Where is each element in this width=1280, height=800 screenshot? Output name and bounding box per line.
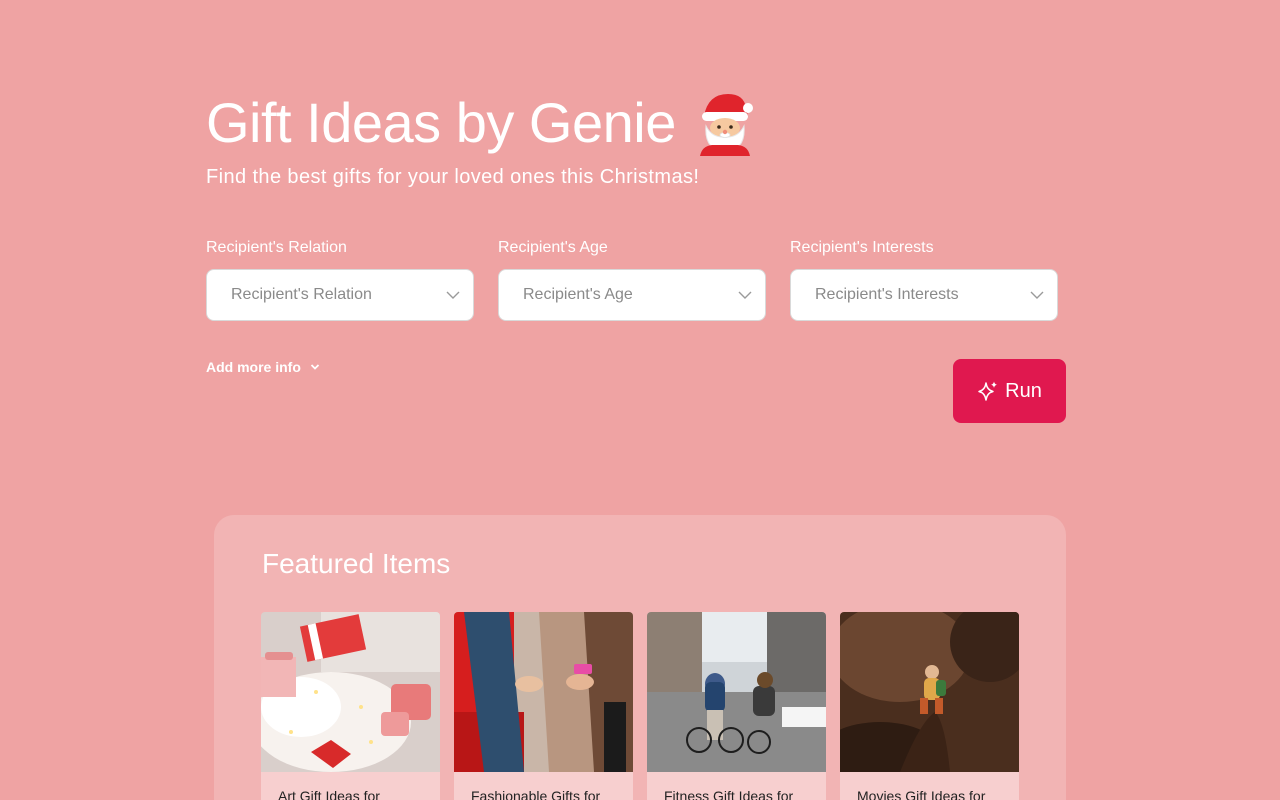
featured-card-movies[interactable]: Movies Gift Ideas for xyxy=(840,612,1019,800)
art-gift-image xyxy=(261,612,440,772)
page-title: Gift Ideas by Genie xyxy=(206,91,676,154)
fashion-gift-image xyxy=(454,612,633,772)
chevron-down-icon xyxy=(738,291,752,299)
chevron-down-icon xyxy=(1030,291,1044,299)
fitness-gift-image xyxy=(647,612,826,772)
age-select[interactable]: Recipient's Age xyxy=(498,269,766,321)
age-label: Recipient's Age xyxy=(498,239,608,256)
movies-gift-image xyxy=(840,612,1019,772)
add-more-info-toggle[interactable]: Add more info xyxy=(206,359,321,375)
relation-select[interactable]: Recipient's Relation xyxy=(206,269,474,321)
featured-card-fitness[interactable]: Fitness Gift Ideas for xyxy=(647,612,826,800)
featured-card-fashion[interactable]: Fashionable Gifts for xyxy=(454,612,633,800)
interests-placeholder: Recipient's Interests xyxy=(815,286,959,303)
run-button[interactable]: Run xyxy=(953,359,1066,423)
age-field: Recipient's Age Recipient's Age xyxy=(498,238,766,321)
featured-card-art[interactable]: Art Gift Ideas for xyxy=(261,612,440,800)
add-more-info-label: Add more info xyxy=(206,359,301,375)
relation-label: Recipient's Relation xyxy=(206,239,347,256)
page-subtitle: Find the best gifts for your loved ones … xyxy=(206,166,700,188)
featured-panel: Featured Items Art Gift Ideas for Fashio… xyxy=(214,515,1066,800)
chevron-down-icon xyxy=(310,364,320,370)
sparkle-icon xyxy=(978,381,998,401)
age-placeholder: Recipient's Age xyxy=(523,286,633,303)
featured-title: Featured Items xyxy=(262,548,451,579)
featured-cards: Art Gift Ideas for Fashionable Gifts for xyxy=(261,612,1019,800)
run-label: Run xyxy=(1005,379,1042,402)
chevron-down-icon xyxy=(446,291,460,299)
santa-claus-icon xyxy=(699,94,753,156)
featured-card-label: Fitness Gift Ideas for xyxy=(647,772,826,800)
interests-field: Recipient's Interests Recipient's Intere… xyxy=(790,238,1058,321)
featured-card-label: Fashionable Gifts for xyxy=(454,772,633,800)
interests-label: Recipient's Interests xyxy=(790,239,934,256)
featured-card-label: Art Gift Ideas for xyxy=(261,772,440,800)
interests-select[interactable]: Recipient's Interests xyxy=(790,269,1058,321)
page: Gift Ideas by Genie Find the best gifts … xyxy=(0,0,1280,800)
title-row: Gift Ideas by Genie xyxy=(206,88,756,158)
relation-field: Recipient's Relation Recipient's Relatio… xyxy=(206,238,474,321)
featured-card-label: Movies Gift Ideas for xyxy=(840,772,1019,800)
relation-placeholder: Recipient's Relation xyxy=(231,286,372,303)
